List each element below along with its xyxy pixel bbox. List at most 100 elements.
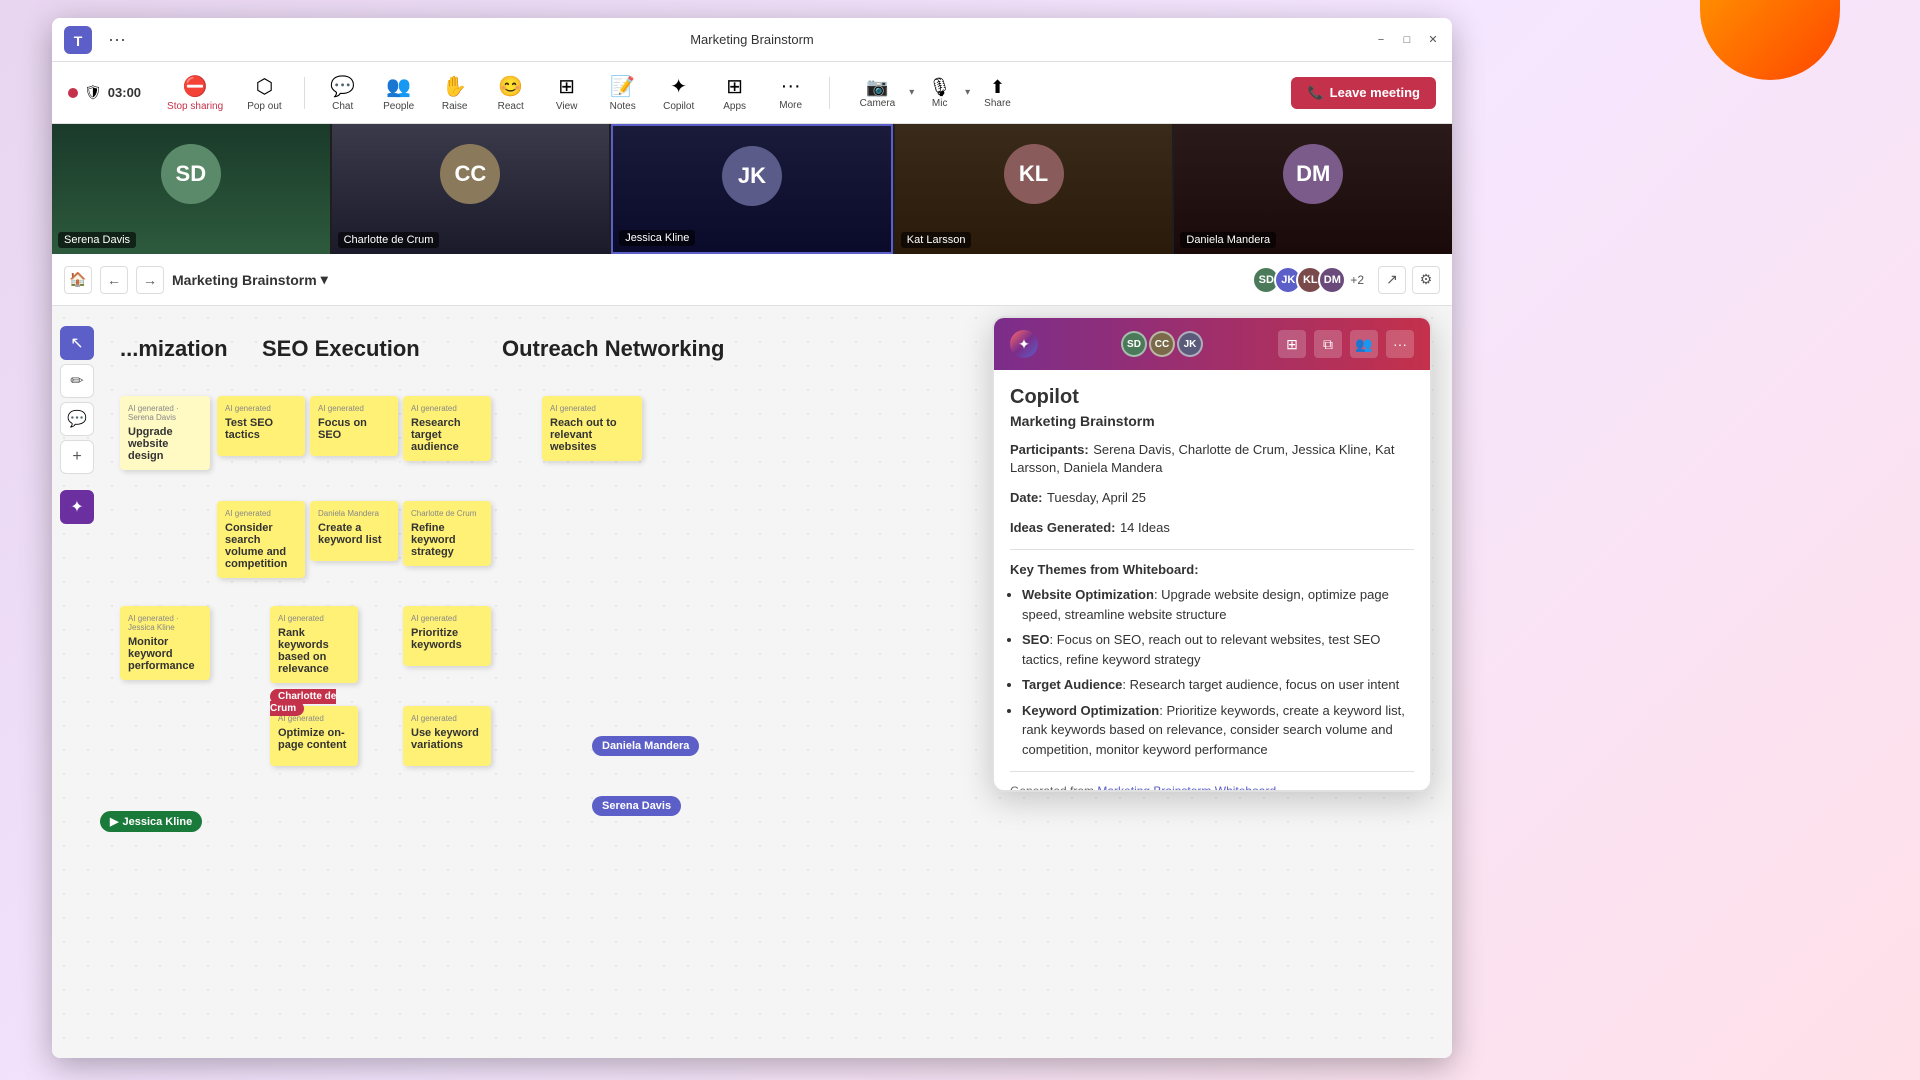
note-text-focus-seo: Focus on SEO	[318, 417, 390, 441]
recording-bar: 🛡 03:00	[68, 84, 141, 101]
note-keyword-list[interactable]: Daniela Mandera Create a keyword list	[310, 501, 398, 561]
pen-tool-button[interactable]: ✏	[60, 364, 94, 398]
notes-label: Notes	[610, 101, 636, 112]
wb-settings-button[interactable]: ⚙	[1412, 266, 1440, 294]
back-button[interactable]: ←	[100, 266, 128, 294]
participant-tile-daniela[interactable]: DM Daniela Mandera	[1174, 124, 1452, 254]
note-tag-research: AI generated	[411, 404, 483, 413]
copilot-button[interactable]: ✦ Copilot	[653, 68, 705, 118]
participant-tile-kat[interactable]: KL Kat Larsson	[895, 124, 1173, 254]
note-text-test-seo: Test SEO tactics	[225, 417, 297, 441]
note-tag-keyword-list: Daniela Mandera	[318, 509, 390, 518]
maximize-button[interactable]: □	[1400, 33, 1414, 47]
participant-tile-serena[interactable]: SD Serena Davis	[52, 124, 330, 254]
recording-dot	[68, 88, 78, 98]
theme-target-audience: Target Audience: Research target audienc…	[1022, 675, 1414, 695]
people-icon: 👥	[386, 74, 411, 99]
comment-tool-button[interactable]: 💬	[60, 402, 94, 436]
app-window: T ··· Marketing Brainstorm − □ ✕ 🛡 03:00…	[52, 18, 1452, 1058]
note-refine-keyword[interactable]: Charlotte de Crum Refine keyword strateg…	[403, 501, 491, 566]
copilot-divider-1	[1010, 549, 1414, 550]
note-reach-out[interactable]: AI generated Reach out to relevant websi…	[542, 396, 642, 461]
wb-share-button[interactable]: ↗	[1378, 266, 1406, 294]
select-tool-button[interactable]: ↖	[60, 326, 94, 360]
stop-sharing-button[interactable]: ⛔ Stop sharing	[157, 68, 233, 118]
note-upgrade-website[interactable]: AI generated · Serena Davis Upgrade webs…	[120, 396, 210, 470]
title-bar: T ··· Marketing Brainstorm − □ ✕	[52, 18, 1452, 62]
camera-button[interactable]: 📷 Camera	[850, 71, 906, 115]
apps-button[interactable]: ⊞ Apps	[709, 68, 761, 118]
note-rank-keywords[interactable]: AI generated Rank keywords based on rele…	[270, 606, 358, 683]
cp-more-button[interactable]: ···	[1386, 330, 1414, 358]
wb-participant-avatars: SD JK KL DM +2	[1252, 266, 1364, 294]
copilot-logo-icon: ✦	[1018, 336, 1030, 353]
recording-time: 03:00	[108, 85, 141, 100]
view-button[interactable]: ⊞ View	[541, 68, 593, 118]
participant-tile-jessica[interactable]: JK Jessica Kline	[611, 124, 893, 254]
cp-people-button[interactable]: 👥	[1350, 330, 1378, 358]
camera-chevron-icon[interactable]: ▾	[907, 85, 916, 100]
view-icon: ⊞	[558, 74, 575, 99]
note-monitor[interactable]: AI generated · Jessica Kline Monitor key…	[120, 606, 210, 680]
people-button[interactable]: 👥 People	[373, 68, 425, 118]
cursor-serena: Serena Davis	[592, 796, 681, 816]
participant-tile-charlotte[interactable]: CC Charlotte de Crum	[332, 124, 610, 254]
copilot-tool-button[interactable]: ✦	[60, 490, 94, 524]
participant-name-charlotte: Charlotte de Crum	[338, 232, 440, 248]
forward-button[interactable]: →	[136, 266, 164, 294]
note-focus-seo[interactable]: AI generated Focus on SEO	[310, 396, 398, 456]
section-header-optimization: ...mization	[120, 336, 228, 362]
section-header-seo: SEO Execution	[262, 336, 420, 362]
mic-button[interactable]: 🎙 Mic	[918, 71, 961, 115]
share-button[interactable]: ⬆ Share	[974, 71, 1021, 115]
shield-icon: 🛡	[84, 84, 102, 101]
mic-icon: 🎙	[928, 77, 951, 98]
theme-title-1: Website Optimization	[1022, 587, 1154, 602]
note-test-seo[interactable]: AI generated Test SEO tactics	[217, 396, 305, 456]
cp-av-1: SD	[1121, 331, 1147, 357]
note-tag-rank: AI generated	[278, 614, 350, 623]
note-prioritize[interactable]: AI generated Prioritize keywords	[403, 606, 491, 666]
note-consider-volume[interactable]: AI generated Consider search volume and …	[217, 501, 305, 578]
cp-grid-button[interactable]: ⊞	[1278, 330, 1306, 358]
minimize-button[interactable]: −	[1374, 33, 1388, 47]
note-text-rank: Rank keywords based on relevance	[278, 627, 350, 675]
toolbar-more-dots[interactable]: ···	[108, 29, 126, 50]
leave-meeting-label: Leave meeting	[1330, 85, 1420, 100]
cp-copy-button[interactable]: ⧉	[1314, 330, 1342, 358]
leave-meeting-button[interactable]: 📞 Leave meeting	[1291, 77, 1436, 109]
pop-out-button[interactable]: ⬡ Pop out	[237, 68, 291, 118]
raise-button[interactable]: ✋ Raise	[429, 68, 481, 118]
react-icon: 😊	[498, 74, 523, 99]
apps-label: Apps	[723, 101, 746, 112]
copilot-date-section: Date: Tuesday, April 25	[1010, 489, 1414, 507]
add-tool-button[interactable]: +	[60, 440, 94, 474]
notes-button[interactable]: 📝 Notes	[597, 68, 649, 118]
react-button[interactable]: 😊 React	[485, 68, 537, 118]
apps-icon: ⊞	[726, 74, 743, 99]
note-optimize-page[interactable]: Charlotte de Crum AI generated Optimize …	[270, 706, 358, 766]
mic-chevron-icon[interactable]: ▾	[963, 85, 972, 100]
pop-out-icon: ⬡	[256, 74, 273, 99]
note-text-variations: Use keyword variations	[411, 727, 483, 751]
copilot-panel: ✦ SD CC JK ⊞ ⧉ 👥 ··· Copilot Marketing B…	[992, 316, 1432, 792]
note-tag-consider: AI generated	[225, 509, 297, 518]
chat-button[interactable]: 💬 Chat	[317, 68, 369, 118]
copilot-logo: ✦	[1010, 330, 1038, 358]
whiteboard-tools-sidebar: ↖ ✏ 💬 + ✦	[60, 326, 94, 524]
note-tag-variations: AI generated	[411, 714, 483, 723]
whiteboard-area[interactable]: ↖ ✏ 💬 + ✦ ...mization SEO Execution Outr…	[52, 306, 1452, 1058]
note-text-keyword-list: Create a keyword list	[318, 522, 390, 546]
note-text-consider: Consider search volume and competition	[225, 522, 297, 570]
home-button[interactable]: 🏠	[64, 266, 92, 294]
note-keyword-variations[interactable]: AI generated Use keyword variations	[403, 706, 491, 766]
more-button[interactable]: ··· More	[765, 69, 817, 117]
note-research-audience[interactable]: AI generated Research target audience	[403, 396, 491, 461]
wb-avatar-4: DM	[1318, 266, 1346, 294]
stop-sharing-label: Stop sharing	[167, 101, 223, 112]
raise-label: Raise	[442, 101, 468, 112]
more-icon: ···	[781, 75, 801, 98]
close-button[interactable]: ✕	[1426, 33, 1440, 47]
avatar-daniela: DM	[1283, 144, 1343, 204]
copilot-whiteboard-link[interactable]: Marketing Brainstorm Whiteboard	[1097, 784, 1276, 790]
